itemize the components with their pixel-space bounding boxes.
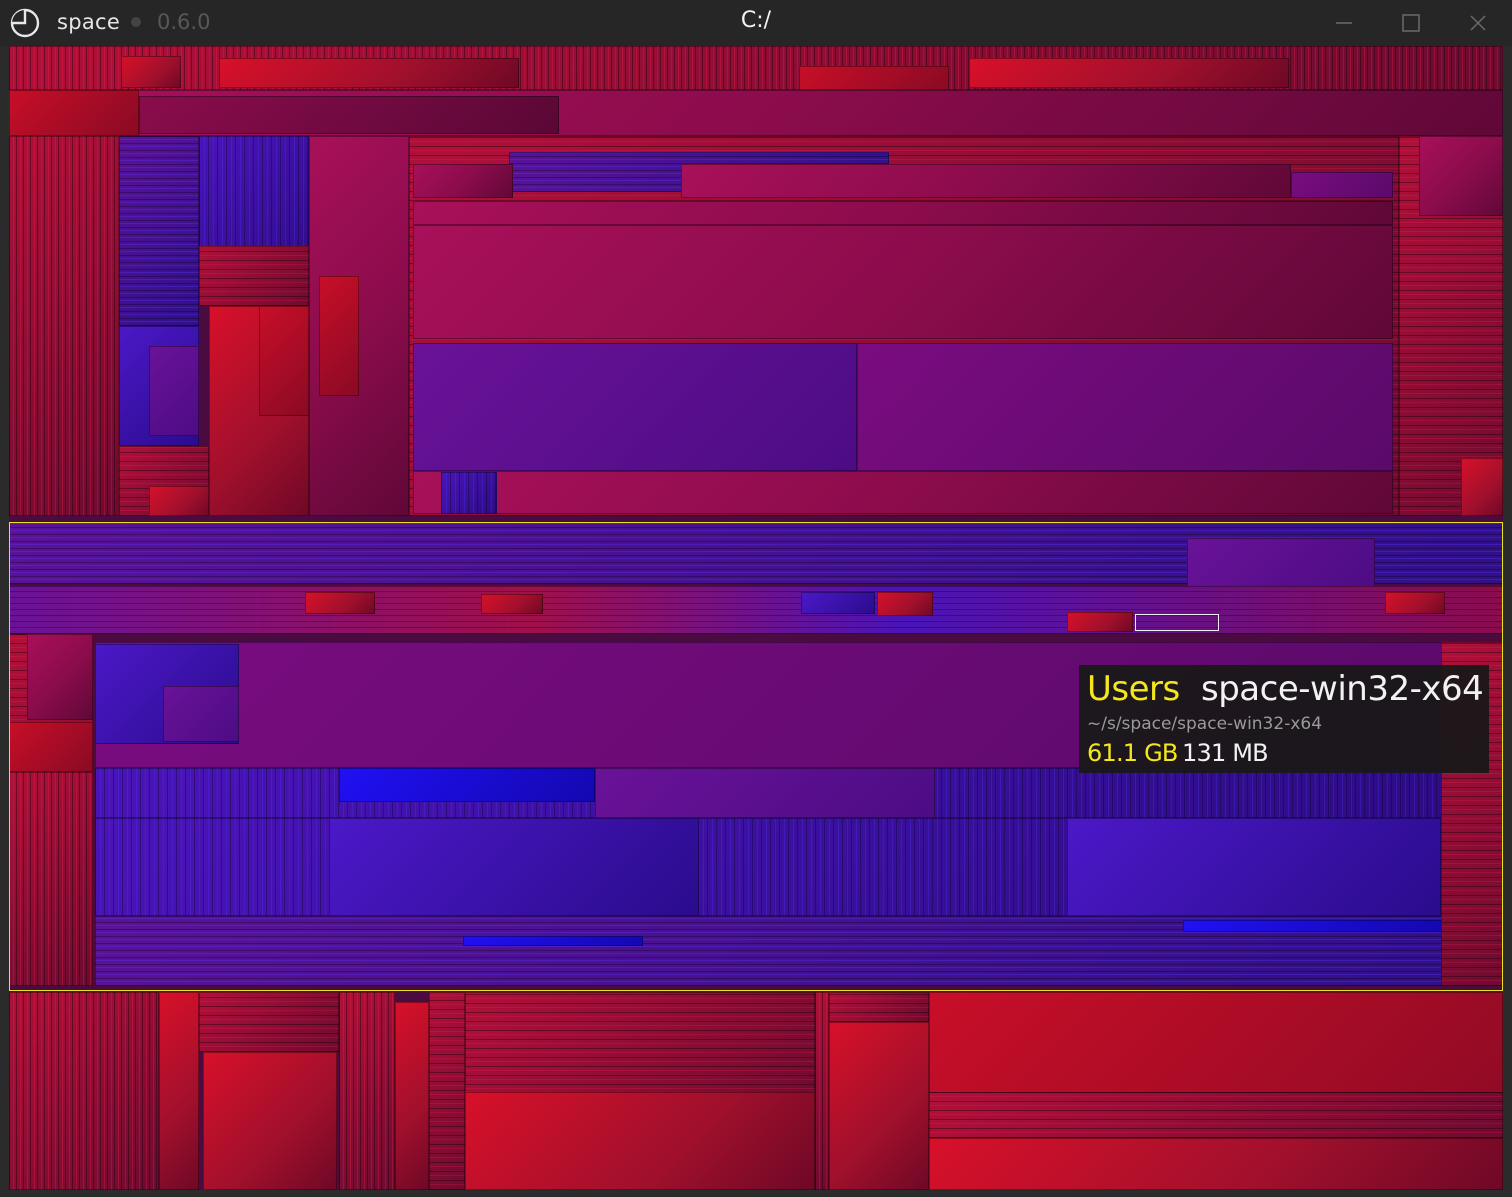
treemap-block[interactable]: [799, 66, 949, 90]
treemap-block[interactable]: [219, 58, 519, 88]
treemap-block[interactable]: [969, 58, 1289, 88]
treemap-block[interactable]: [801, 592, 875, 614]
treemap-block[interactable]: [413, 225, 1393, 339]
treemap-block[interactable]: [815, 992, 829, 1190]
treemap-block[interactable]: [829, 992, 929, 1022]
treemap-block[interactable]: [463, 936, 643, 946]
treemap-block[interactable]: [681, 164, 1291, 198]
current-path: C:/: [740, 8, 772, 33]
treemap-block[interactable]: [9, 586, 1503, 634]
treemap-block[interactable]: [9, 90, 139, 136]
treemap-block[interactable]: [465, 1092, 815, 1190]
treemap-block[interactable]: [929, 1092, 1503, 1138]
tooltip-parent-name: Users: [1087, 669, 1180, 709]
treemap-block[interactable]: [305, 592, 375, 614]
maximize-icon: [1402, 14, 1420, 32]
treemap-block[interactable]: [119, 136, 199, 326]
treemap-block[interactable]: [203, 1052, 337, 1190]
treemap-block[interactable]: [1067, 818, 1441, 916]
treemap-block[interactable]: [159, 992, 199, 1190]
treemap-block[interactable]: [413, 164, 513, 198]
treemap-block[interactable]: [339, 992, 395, 1190]
close-button[interactable]: [1460, 8, 1496, 38]
hover-tooltip: Users space-win32-x64 ~/s/space/space-wi…: [1079, 665, 1489, 773]
treemap-block[interactable]: [595, 768, 935, 818]
hovered-item-outline[interactable]: [1135, 614, 1219, 631]
treemap-block[interactable]: [1187, 538, 1375, 588]
treemap-block[interactable]: [329, 818, 699, 916]
treemap-block[interactable]: [163, 686, 239, 742]
treemap-block[interactable]: [9, 722, 93, 772]
close-icon: [1470, 15, 1486, 31]
treemap-block[interactable]: [1183, 920, 1443, 932]
treemap-block[interactable]: [1067, 612, 1133, 632]
treemap-block[interactable]: [1291, 172, 1393, 198]
treemap-block[interactable]: [1461, 458, 1503, 516]
treemap-block[interactable]: [829, 1022, 929, 1190]
tooltip-item-path: ~/s/space/space-win32-x64: [1087, 714, 1323, 734]
treemap-block[interactable]: [413, 201, 1393, 225]
treemap-block[interactable]: [929, 1138, 1503, 1190]
treemap-block[interactable]: [413, 471, 1393, 514]
tooltip-parent-size: 61.1 GB: [1087, 739, 1178, 767]
treemap-block[interactable]: [481, 594, 543, 614]
treemap-block[interactable]: [139, 96, 559, 134]
treemap-block[interactable]: [199, 246, 309, 306]
minimize-button[interactable]: [1326, 8, 1362, 38]
minimize-icon: [1336, 22, 1352, 24]
treemap-block[interactable]: [259, 306, 309, 416]
treemap-block[interactable]: [199, 992, 339, 1052]
tooltip-item-name: space-win32-x64: [1201, 669, 1484, 709]
tooltip-item-size: 131 MB: [1182, 739, 1269, 767]
treemap-block[interactable]: [413, 343, 857, 471]
treemap-block[interactable]: [9, 772, 93, 986]
treemap-block[interactable]: [121, 56, 181, 88]
treemap-block[interactable]: [149, 486, 209, 516]
treemap-block[interactable]: [1419, 136, 1503, 216]
treemap-block[interactable]: [1385, 592, 1445, 614]
treemap-block[interactable]: [9, 136, 119, 516]
treemap-block[interactable]: [339, 768, 595, 802]
title-bar: space 0.6.0 C:/: [0, 0, 1512, 46]
treemap-block[interactable]: [441, 472, 497, 514]
treemap-block[interactable]: [9, 992, 159, 1190]
treemap-block[interactable]: [395, 1002, 429, 1190]
treemap-block[interactable]: [429, 992, 465, 1190]
maximize-button[interactable]: [1393, 8, 1429, 38]
treemap-block[interactable]: [857, 343, 1393, 471]
treemap-block[interactable]: [877, 592, 933, 616]
treemap-block[interactable]: [319, 276, 359, 396]
treemap-block[interactable]: [149, 346, 199, 436]
disk-treemap[interactable]: [9, 46, 1503, 1190]
treemap-block[interactable]: [27, 634, 93, 720]
